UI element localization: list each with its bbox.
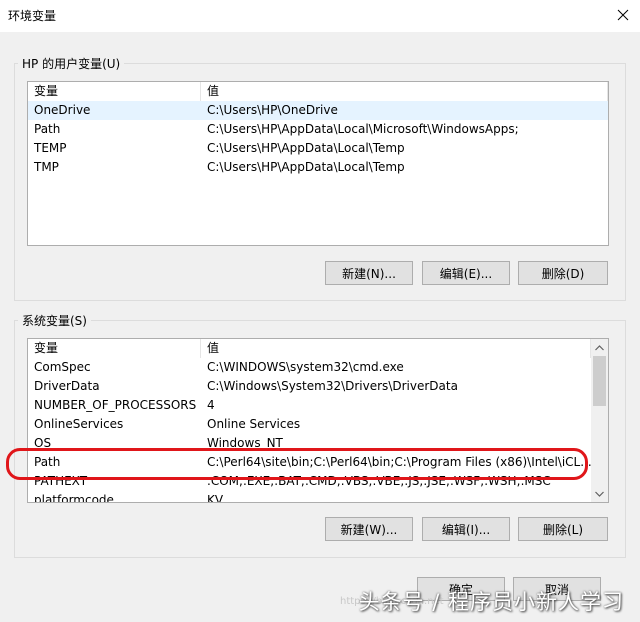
system-vars-header: 变量 值	[28, 339, 591, 358]
system-new-button[interactable]: 新建(W)...	[325, 517, 413, 541]
scroll-thumb[interactable]	[593, 356, 606, 406]
variable-name-cell: TMP	[34, 160, 59, 174]
system-vars-group-title: 系统变量(S)	[18, 312, 91, 329]
variable-value-cell: C:\Windows\System32\Drivers\DriverData	[207, 379, 458, 393]
column-header-variable[interactable]: 变量	[28, 339, 201, 358]
variable-value-cell: 4	[207, 398, 215, 412]
user-new-button[interactable]: 新建(N)...	[325, 261, 413, 285]
title-bar: 环境变量	[0, 0, 640, 32]
user-vars-group-title: HP 的用户变量(U)	[18, 55, 125, 72]
close-icon	[617, 9, 629, 21]
variable-name-cell: ComSpec	[34, 360, 91, 374]
watermark-text: 头条号 / 程序员小新人学习	[358, 590, 624, 614]
system-delete-button[interactable]: 删除(L)	[518, 517, 608, 541]
system-vars-scrollbar[interactable]	[591, 339, 608, 502]
user-edit-button[interactable]: 编辑(E)...	[422, 261, 510, 285]
user-vars-header: 变量 值	[28, 82, 608, 101]
variable-name-cell: OneDrive	[34, 103, 91, 117]
variable-name-cell: TEMP	[34, 141, 67, 155]
column-header-value[interactable]: 值	[201, 82, 608, 101]
variable-name-cell: platformcode	[34, 493, 114, 503]
variable-value-cell: C:\Users\HP\AppData\Local\Temp	[207, 141, 405, 155]
scroll-up-arrow-icon[interactable]	[591, 339, 608, 356]
variable-value-cell: C:\Users\HP\OneDrive	[207, 103, 338, 117]
table-row[interactable]: OneDrive C:\Users\HP\OneDrive	[28, 101, 608, 120]
variable-name-cell: Path	[34, 122, 61, 136]
variable-value-cell: Online Services	[207, 417, 301, 431]
path-highlight-annotation	[6, 448, 588, 480]
variable-value-cell: C:\Users\HP\AppData\Local\Temp	[207, 160, 405, 174]
table-row[interactable]: NUMBER_OF_PROCESSORS 4	[28, 396, 591, 415]
close-button[interactable]	[612, 4, 634, 26]
variable-value-cell: C:\Users\HP\AppData\Local\Microsoft\Wind…	[207, 122, 519, 136]
variable-name-cell: DriverData	[34, 379, 100, 393]
variable-value-cell: C:\WINDOWS\system32\cmd.exe	[207, 360, 404, 374]
table-row[interactable]: DriverData C:\Windows\System32\Drivers\Dr…	[28, 377, 591, 396]
column-header-value[interactable]: 值	[201, 339, 591, 358]
table-row[interactable]: platformcode KV	[28, 491, 591, 503]
user-delete-button[interactable]: 删除(D)	[518, 261, 608, 285]
table-row[interactable]: ComSpec C:\WINDOWS\system32\cmd.exe	[28, 358, 591, 377]
scroll-down-arrow-icon[interactable]	[591, 485, 608, 502]
table-row[interactable]: OnlineServices Online Services	[28, 415, 591, 434]
system-edit-button[interactable]: 编辑(I)...	[422, 517, 510, 541]
variable-name-cell: NUMBER_OF_PROCESSORS	[34, 398, 197, 412]
table-row[interactable]: TEMP C:\Users\HP\AppData\Local\Temp	[28, 139, 608, 158]
table-row[interactable]: TMP C:\Users\HP\AppData\Local\Temp	[28, 158, 608, 177]
variable-value-cell: KV	[207, 493, 224, 503]
user-vars-list[interactable]: 变量 值 OneDrive C:\Users\HP\OneDrive Path C:\…	[27, 81, 609, 246]
variable-name-cell: OnlineServices	[34, 417, 124, 431]
column-header-variable[interactable]: 变量	[28, 82, 201, 101]
table-row[interactable]: Path C:\Users\HP\AppData\Local\Microsoft\…	[28, 120, 608, 139]
window-title: 环境变量	[8, 9, 57, 23]
